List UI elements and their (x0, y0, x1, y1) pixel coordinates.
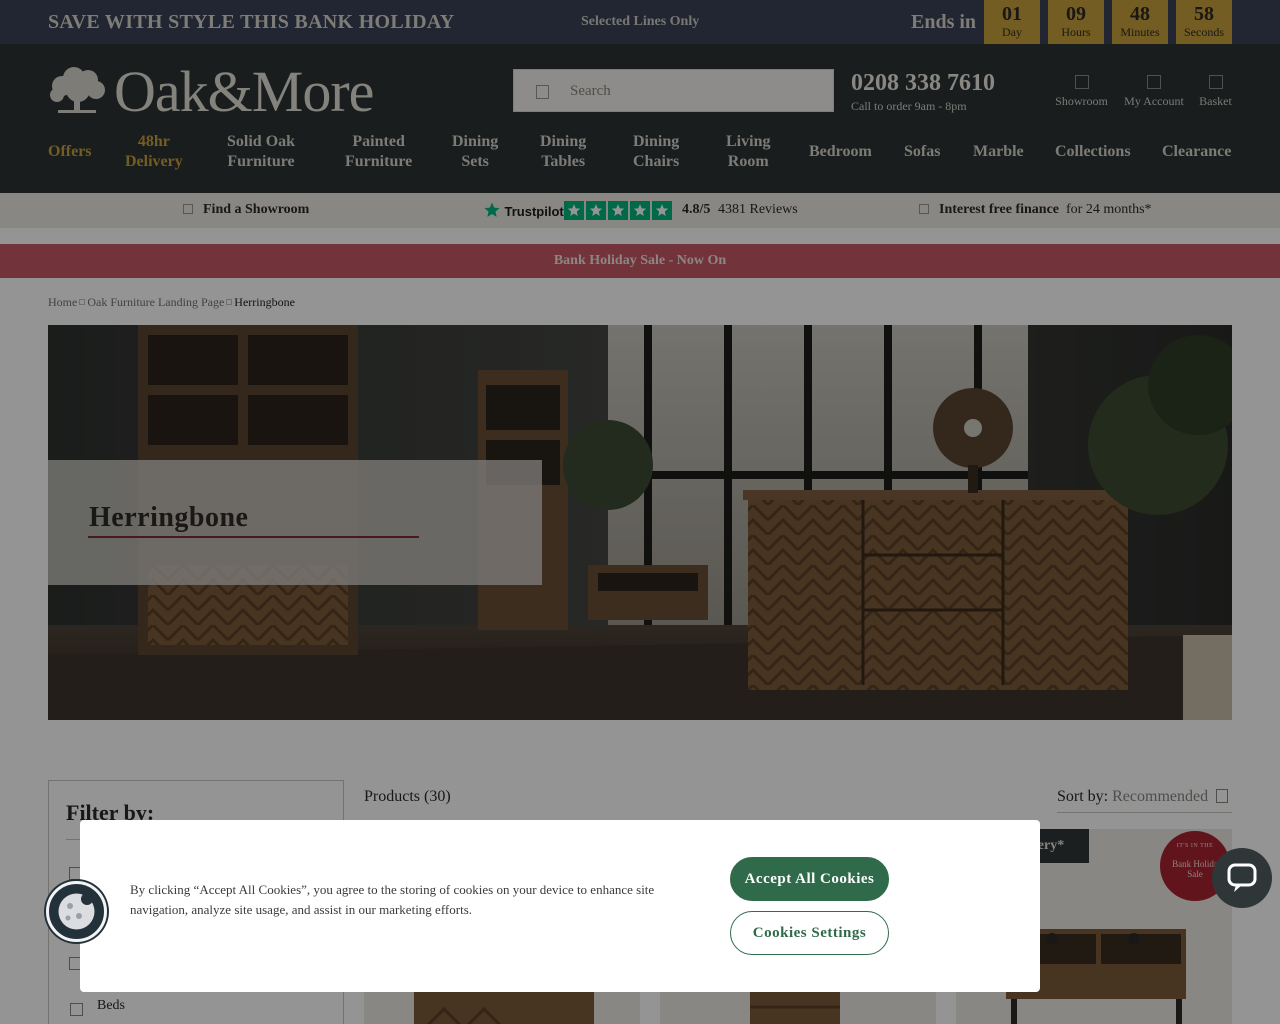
chat-icon (1227, 863, 1257, 892)
accept-all-cookies-button[interactable]: Accept All Cookies (730, 857, 889, 901)
cookie-text: By clicking “Accept All Cookies”, you ag… (130, 882, 655, 917)
cookie-icon (58, 893, 95, 930)
cookie-preferences-button[interactable] (46, 881, 107, 942)
live-chat-button[interactable] (1212, 848, 1272, 908)
cookies-settings-button[interactable]: Cookies Settings (730, 911, 889, 955)
cookie-consent-banner: By clicking “Accept All Cookies”, you ag… (80, 820, 1040, 992)
